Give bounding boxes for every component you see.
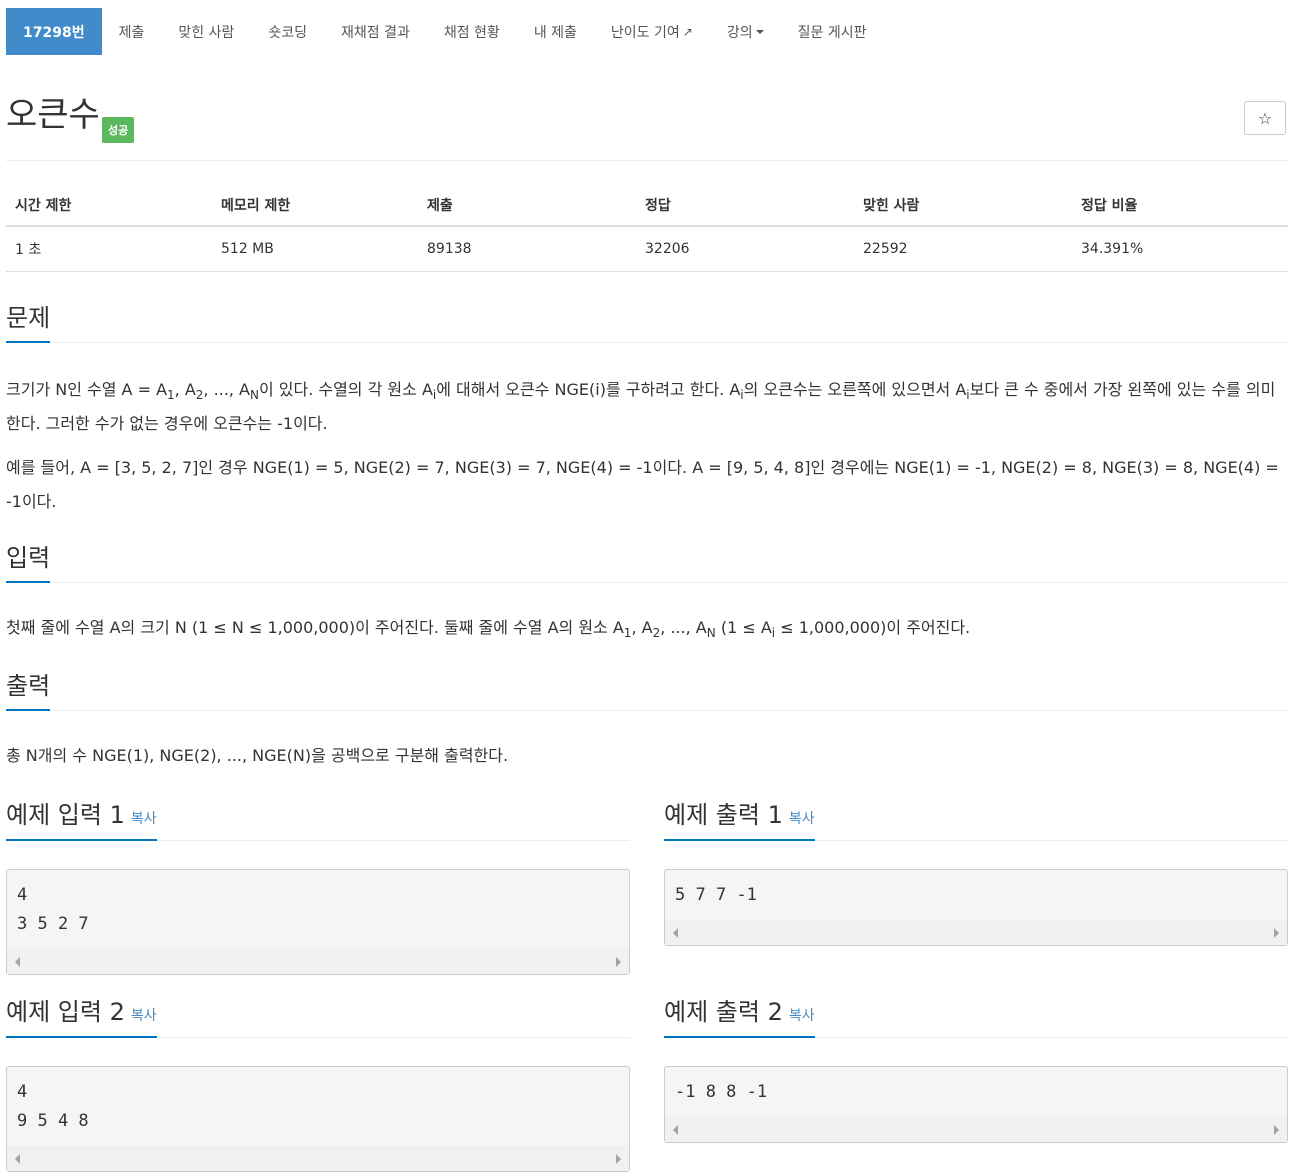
problem-title: 오큰수 <box>6 95 100 135</box>
tab-label: 제출 <box>118 24 145 41</box>
sample-title: 예제 출력 1 <box>664 801 783 829</box>
tab-submit[interactable]: 제출 <box>102 8 162 55</box>
section-header: 출력 <box>6 666 1288 711</box>
sample-header: 예제 출력 2 복사 <box>664 992 1288 1038</box>
favorite-button[interactable]: ☆ <box>1244 101 1286 135</box>
divider <box>6 160 1288 161</box>
copy-button[interactable]: 복사 <box>789 1008 815 1024</box>
sample-output-1: 예제 출력 1 복사 5 7 7 -1 <box>664 795 1288 946</box>
problem-nav: 17298번 제출 맞힌 사람 숏코딩 재채점 결과 채점 현황 내 제출 난이… <box>6 0 1288 55</box>
header-memory-limit: 메모리 제한 <box>212 186 418 227</box>
scroll-left-icon[interactable] <box>673 928 678 938</box>
scroll-right-icon[interactable] <box>616 957 621 967</box>
tab-board[interactable]: 질문 게시판 <box>781 8 884 55</box>
sample-code-box: 4 9 5 4 8 <box>6 1066 630 1172</box>
section-header: 입력 <box>6 538 1288 583</box>
problem-description-section: 문제 크기가 N인 수열 A = A1, A2, ..., AN이 있다. 수열… <box>6 298 1288 519</box>
sample-header: 예제 출력 1 복사 <box>664 795 1288 841</box>
scroll-right-icon[interactable] <box>1274 1125 1279 1135</box>
output-paragraph: 총 N개의 수 NGE(1), NGE(2), ..., NGE(N)을 공백으… <box>6 746 509 765</box>
sample-title: 예제 출력 2 <box>664 998 783 1026</box>
copy-button[interactable]: 복사 <box>131 811 157 827</box>
tab-difficulty[interactable]: 난이도 기여 ↗ <box>594 8 710 55</box>
copy-button[interactable]: 복사 <box>789 811 815 827</box>
external-link-icon: ↗ <box>682 24 693 39</box>
sample-input-2: 예제 입력 2 복사 4 9 5 4 8 <box>6 992 630 1172</box>
sample-code: 4 3 5 2 7 <box>17 885 89 934</box>
tab-label: 17298번 <box>23 24 85 41</box>
tab-label: 내 제출 <box>533 24 577 41</box>
caret-down-icon <box>755 29 764 34</box>
output-section: 출력 총 N개의 수 NGE(1), NGE(2), ..., NGE(N)을 … <box>6 666 1288 773</box>
sample-code: 5 7 7 -1 <box>675 885 757 905</box>
solved-users: 22592 <box>854 226 1072 272</box>
page: 17298번 제출 맞힌 사람 숏코딩 재채점 결과 채점 현황 내 제출 난이… <box>6 0 1288 1172</box>
tab-label: 맞힌 사람 <box>178 24 235 41</box>
tab-short-coding[interactable]: 숏코딩 <box>251 8 324 55</box>
input-paragraph: 첫째 줄에 수열 A의 크기 N (1 ≤ N ≤ 1,000,000)이 주어… <box>6 618 971 640</box>
tab-label: 질문 게시판 <box>797 24 867 41</box>
tab-problem[interactable]: 17298번 <box>6 8 102 55</box>
section-title: 입력 <box>6 538 51 583</box>
scroll-right-icon[interactable] <box>616 1154 621 1164</box>
sample-header: 예제 입력 2 복사 <box>6 992 630 1038</box>
tab-label: 난이도 기여 <box>610 24 680 41</box>
status-badge: 성공 <box>102 117 135 143</box>
sample-header: 예제 입력 1 복사 <box>6 795 630 841</box>
tab-lecture[interactable]: 강의 <box>710 8 781 55</box>
tab-solved-users[interactable]: 맞힌 사람 <box>161 8 251 55</box>
sample-code-box: -1 8 8 -1 <box>664 1066 1288 1143</box>
tab-label: 채점 현황 <box>443 24 500 41</box>
horizontal-scrollbar[interactable] <box>665 920 1287 945</box>
sample-code: 4 9 5 4 8 <box>17 1082 89 1131</box>
scroll-right-icon[interactable] <box>1274 928 1279 938</box>
scroll-left-icon[interactable] <box>15 957 20 967</box>
tab-label: 재채점 결과 <box>340 24 410 41</box>
ratio: 34.391% <box>1072 226 1288 272</box>
section-title: 문제 <box>6 298 51 343</box>
submissions: 89138 <box>418 226 636 272</box>
problem-paragraph-1: 크기가 N인 수열 A = A1, A2, ..., AN이 있다. 수열의 각… <box>6 380 1276 433</box>
sample-code-box: 4 3 5 2 7 <box>6 869 630 975</box>
sample-output-2: 예제 출력 2 복사 -1 8 8 -1 <box>664 992 1288 1143</box>
table-header-row: 시간 제한 메모리 제한 제출 정답 맞힌 사람 정답 비율 <box>6 186 1288 227</box>
tab-label: 숏코딩 <box>268 24 307 41</box>
tab-my-submissions[interactable]: 내 제출 <box>517 8 594 55</box>
section-title: 출력 <box>6 666 51 711</box>
tab-rejudge[interactable]: 재채점 결과 <box>324 8 427 55</box>
problem-info-table: 시간 제한 메모리 제한 제출 정답 맞힌 사람 정답 비율 1 초 512 M… <box>6 186 1288 272</box>
star-icon: ☆ <box>1257 108 1273 128</box>
horizontal-scrollbar[interactable] <box>665 1117 1287 1142</box>
table-row: 1 초 512 MB 89138 32206 22592 34.391% <box>6 226 1288 272</box>
tab-label: 강의 <box>726 24 753 41</box>
time-limit: 1 초 <box>6 226 212 272</box>
sample-code-box: 5 7 7 -1 <box>664 869 1288 946</box>
input-section: 입력 첫째 줄에 수열 A의 크기 N (1 ≤ N ≤ 1,000,000)이… <box>6 538 1288 645</box>
horizontal-scrollbar[interactable] <box>7 1146 629 1171</box>
header-ratio: 정답 비율 <box>1072 186 1288 227</box>
header-accepted: 정답 <box>636 186 854 227</box>
accepted: 32206 <box>636 226 854 272</box>
copy-button[interactable]: 복사 <box>131 1008 157 1024</box>
sample-title: 예제 입력 2 <box>6 998 125 1026</box>
problem-paragraph-2: 예를 들어, A = [3, 5, 2, 7]인 경우 NGE(1) = 5, … <box>6 458 1279 511</box>
scroll-left-icon[interactable] <box>15 1154 20 1164</box>
section-header: 문제 <box>6 298 1288 343</box>
tab-status[interactable]: 채점 현황 <box>427 8 517 55</box>
scroll-left-icon[interactable] <box>673 1125 678 1135</box>
header-time-limit: 시간 제한 <box>6 186 212 227</box>
header-submissions: 제출 <box>418 186 636 227</box>
header-solved-users: 맞힌 사람 <box>854 186 1072 227</box>
sample-input-1: 예제 입력 1 복사 4 3 5 2 7 <box>6 795 630 975</box>
horizontal-scrollbar[interactable] <box>7 949 629 974</box>
sample-code: -1 8 8 -1 <box>675 1082 768 1102</box>
sample-title: 예제 입력 1 <box>6 801 125 829</box>
memory-limit: 512 MB <box>212 226 418 272</box>
